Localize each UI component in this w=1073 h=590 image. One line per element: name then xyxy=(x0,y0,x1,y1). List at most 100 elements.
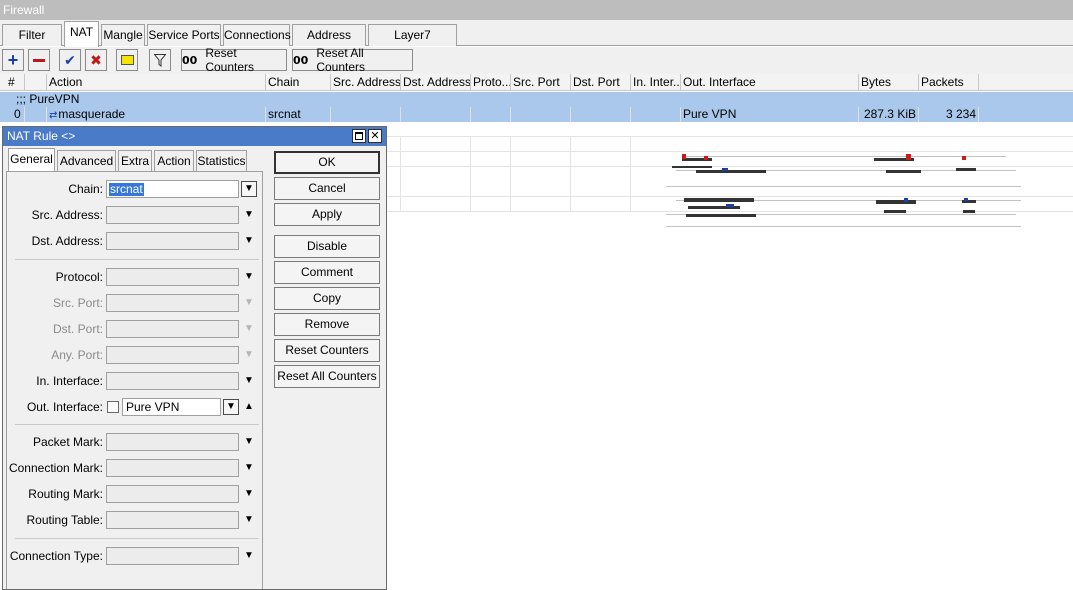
tab-nat[interactable]: NAT xyxy=(64,21,99,47)
disable-button[interactable]: ✖ xyxy=(85,49,107,71)
reset-all-counters-button[interactable]: 00 Reset All Counters xyxy=(292,46,413,74)
comment-rule-button[interactable]: Comment xyxy=(274,261,380,284)
out-interface-value: Pure VPN xyxy=(126,400,180,414)
dialog-tab-general[interactable]: General xyxy=(8,148,55,172)
column-header-number[interactable]: # xyxy=(0,74,25,91)
reset-all-counters-dialog-button[interactable]: Reset All Counters xyxy=(274,365,380,388)
tab-filter-rules[interactable]: Filter Rules xyxy=(2,24,62,62)
column-header-src-port[interactable]: Src. Port xyxy=(511,74,571,91)
routing-mark-field[interactable] xyxy=(106,485,239,503)
chevron-down-icon: ▼ xyxy=(244,349,254,360)
column-header-flags[interactable] xyxy=(25,74,47,91)
funnel-icon xyxy=(154,53,166,67)
any-port-label: Any. Port: xyxy=(51,348,103,362)
column-header-out-interface[interactable]: Out. Interface xyxy=(681,74,859,91)
dialog-tab-statistics[interactable]: Statistics xyxy=(196,150,247,171)
column-header-packets[interactable]: Packets xyxy=(919,74,979,91)
chevron-down-icon: ▼ xyxy=(244,323,254,334)
maximize-button[interactable] xyxy=(352,129,366,143)
grid-line xyxy=(470,136,471,212)
column-header-bytes[interactable]: Bytes xyxy=(859,74,919,91)
rule-bytes: 287.3 KiB xyxy=(859,107,919,122)
reset-all-counters-label: Reset All Counters xyxy=(316,46,366,74)
add-button[interactable]: + xyxy=(2,49,24,71)
toolbar: + ✔ ✖ 00 Reset Counters 00 Reset All Cou… xyxy=(0,46,1073,74)
reset-counters-label: Reset Counters xyxy=(205,46,255,74)
packet-mark-field[interactable] xyxy=(106,433,239,451)
dialog-tab-action[interactable]: Action xyxy=(154,150,194,171)
close-icon: ✕ xyxy=(370,130,380,142)
out-interface-dropdown-button[interactable]: ▼ xyxy=(223,399,239,415)
chevron-up-icon[interactable]: ▲ xyxy=(243,398,255,416)
chain-value: srcnat xyxy=(109,182,144,196)
out-interface-field[interactable]: Pure VPN xyxy=(122,398,221,416)
rule-number: 0 xyxy=(0,107,25,122)
routing-table-field[interactable] xyxy=(106,511,239,529)
disable-rule-button[interactable]: Disable xyxy=(274,235,380,258)
connection-type-field[interactable] xyxy=(106,547,239,565)
tab-address-lists[interactable]: Address Lists xyxy=(292,24,366,62)
rule-action-label: masquerade xyxy=(58,107,126,121)
dialog-tab-advanced[interactable]: Advanced xyxy=(57,150,116,171)
counter-icon: 00 xyxy=(293,53,309,67)
reset-counters-button[interactable]: 00 Reset Counters xyxy=(181,46,287,74)
column-header-src-address[interactable]: Src. Address xyxy=(331,74,401,91)
in-interface-label: In. Interface: xyxy=(36,374,103,388)
chevron-down-icon[interactable]: ▼ xyxy=(243,372,255,390)
apply-button[interactable]: Apply xyxy=(274,203,380,226)
chevron-down-icon[interactable]: ▼ xyxy=(243,433,255,451)
column-header-chain[interactable]: Chain xyxy=(266,74,331,91)
chain-field[interactable]: srcnat xyxy=(106,180,239,198)
column-header-dst-address[interactable]: Dst. Address xyxy=(401,74,471,91)
column-header-action[interactable]: Action xyxy=(47,74,266,91)
section-divider xyxy=(15,259,259,260)
comment-note-icon xyxy=(120,55,134,65)
cancel-button[interactable]: Cancel xyxy=(274,177,380,200)
dropdown-arrow-icon: ▼ xyxy=(226,401,236,412)
chain-dropdown-button[interactable]: ▼ xyxy=(241,181,257,197)
tab-mangle[interactable]: Mangle xyxy=(101,24,145,46)
column-header-in-interface[interactable]: In. Inter... xyxy=(631,74,681,91)
remove-button[interactable] xyxy=(28,49,50,71)
connection-mark-field[interactable] xyxy=(106,459,239,477)
src-address-field[interactable] xyxy=(106,206,239,224)
reset-counters-dialog-button[interactable]: Reset Counters xyxy=(274,339,380,362)
chevron-down-icon[interactable]: ▼ xyxy=(243,485,255,503)
column-header-dst-port[interactable]: Dst. Port xyxy=(571,74,631,91)
routing-table-label: Routing Table: xyxy=(26,513,104,527)
chevron-down-icon[interactable]: ▼ xyxy=(243,232,255,250)
enable-button[interactable]: ✔ xyxy=(59,49,81,71)
table-row[interactable]: 0 ⇄masquerade srcnat Pure VPN 287.3 KiB … xyxy=(0,107,1073,122)
in-interface-field[interactable] xyxy=(106,372,239,390)
comment-button[interactable] xyxy=(116,49,138,71)
chevron-down-icon[interactable]: ▼ xyxy=(243,206,255,224)
chevron-down-icon[interactable]: ▼ xyxy=(243,459,255,477)
column-header-protocol[interactable]: Proto... xyxy=(471,74,511,91)
out-interface-invert-checkbox[interactable] xyxy=(107,401,119,413)
ok-button[interactable]: OK xyxy=(274,151,380,174)
src-address-label: Src. Address: xyxy=(31,208,103,222)
dst-address-label: Dst. Address: xyxy=(31,234,103,248)
chevron-down-icon[interactable]: ▼ xyxy=(243,268,255,286)
grid-line xyxy=(570,136,571,212)
rule-src-port xyxy=(511,107,571,122)
comment-row[interactable]: ;;; PureVPN xyxy=(0,92,1073,107)
remove-rule-button[interactable]: Remove xyxy=(274,313,380,336)
chevron-down-icon[interactable]: ▼ xyxy=(243,511,255,529)
any-port-field xyxy=(106,346,239,364)
dst-address-field[interactable] xyxy=(106,232,239,250)
tab-service-ports[interactable]: Service Ports xyxy=(147,24,221,46)
protocol-field[interactable] xyxy=(106,268,239,286)
filter-button[interactable] xyxy=(149,49,171,71)
copy-rule-button[interactable]: Copy xyxy=(274,287,380,310)
close-button[interactable]: ✕ xyxy=(368,129,382,143)
tab-layer7-protocols[interactable]: Layer7 Protocols xyxy=(368,24,457,62)
tab-connections[interactable]: Connections xyxy=(223,24,291,46)
rule-comment: ;;; PureVPN xyxy=(16,92,80,106)
dropdown-arrow-icon: ▼ xyxy=(244,183,254,194)
tab-bar: Filter Rules NAT Mangle Service Ports Co… xyxy=(0,20,1073,62)
chevron-down-icon[interactable]: ▼ xyxy=(243,547,255,565)
rule-in-interface xyxy=(631,107,681,122)
plus-icon: + xyxy=(7,50,19,70)
dialog-tab-extra[interactable]: Extra xyxy=(118,150,152,171)
